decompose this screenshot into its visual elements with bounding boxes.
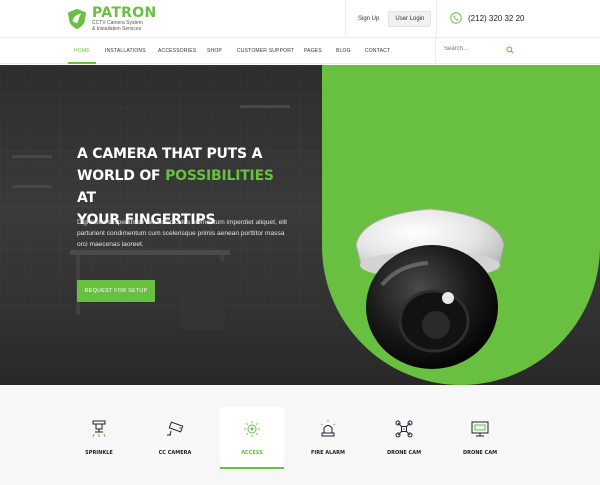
logo[interactable]: PATRON CCTV Camera System & Installation…: [66, 6, 156, 32]
signup-link[interactable]: Sign Up: [358, 16, 379, 22]
fire-alarm-icon: [320, 420, 336, 437]
nav-item-blog[interactable]: BLOG: [336, 38, 351, 64]
service-label: FIRE ALARM: [310, 450, 346, 456]
nav-item-pages[interactable]: PAGES: [304, 38, 322, 64]
access-sensor-icon: [244, 421, 260, 437]
shield-leaf-icon: [67, 8, 87, 30]
shelf-decor: [12, 155, 52, 158]
service-label: ACCESS: [241, 450, 263, 456]
nav-item-customer-support[interactable]: CUSTOMER SUPPORT: [237, 38, 294, 64]
service-label: SPRINKLE: [85, 450, 113, 456]
brand-name: PATRON: [92, 5, 157, 21]
shelf-decor: [12, 185, 52, 188]
dome-camera-image: [355, 208, 505, 369]
nav-item-installations[interactable]: INSTALLATIONS: [105, 38, 146, 64]
search-box: [435, 38, 600, 64]
auth-links: Sign Up User Login: [345, 0, 437, 38]
headline-line-2-suffix: AT: [77, 190, 96, 206]
user-login-button[interactable]: User Login: [388, 11, 432, 27]
hero-description: Dignissim suspendisse iaculis ridiculus …: [77, 219, 287, 248]
main-nav: HOME INSTALLATIONS ACCESSORIES SHOP CUST…: [0, 38, 600, 64]
service-cc-camera[interactable]: CC CAMERA: [143, 407, 207, 469]
service-label: DRONE CAM: [462, 450, 498, 456]
service-access[interactable]: ACCESS: [220, 407, 284, 469]
headline-highlight: POSSIBILITIES: [165, 168, 274, 184]
headline-line-2-prefix: WORLD OF: [77, 168, 166, 184]
drone-icon: [395, 420, 413, 438]
top-header: PATRON CCTV Camera System & Installation…: [0, 0, 600, 38]
phone-contact[interactable]: (212) 320 32 20: [450, 12, 525, 24]
headline-line-2: WORLD OF POSSIBILITIES AT: [77, 165, 297, 209]
desk-decor: [70, 250, 230, 255]
service-label: DRONE CAM: [386, 450, 422, 456]
monitor-icon: [471, 421, 489, 437]
request-setup-button[interactable]: REQUEST FOR SETUP: [77, 280, 155, 302]
service-drone-cam[interactable]: DRONE CAM: [372, 407, 436, 469]
sprinkler-icon: [92, 420, 106, 438]
phone-icon: [450, 12, 462, 24]
hero-banner: A CAMERA THAT PUTS A WORLD OF POSSIBILIT…: [0, 65, 600, 385]
service-drone-cam-monitor[interactable]: DRONE CAM: [448, 407, 512, 469]
phone-number: (212) 320 32 20: [468, 13, 525, 23]
nav-item-contact[interactable]: CONTACT: [365, 38, 390, 64]
brand-tagline-2: & Installation Services: [92, 26, 142, 32]
search-input[interactable]: [444, 46, 504, 52]
service-label: CC CAMERA: [158, 450, 192, 456]
cctv-camera-icon: [167, 421, 184, 436]
shelf-decor: [240, 105, 290, 108]
service-fire-alarm[interactable]: FIRE ALARM: [296, 407, 360, 469]
services-row: SPRINKLE CC CAMERA ACCESS FIRE ALARM DRO…: [0, 385, 600, 485]
service-sprinkle[interactable]: SPRINKLE: [67, 407, 131, 469]
nav-item-accessories[interactable]: ACCESSORIES: [158, 38, 196, 64]
chair-decor: [180, 260, 225, 330]
headline-line-1: A CAMERA THAT PUTS A: [77, 146, 263, 162]
nav-item-shop[interactable]: SHOP: [207, 38, 222, 64]
nav-item-home[interactable]: HOME: [68, 38, 96, 64]
search-icon[interactable]: [506, 46, 514, 54]
